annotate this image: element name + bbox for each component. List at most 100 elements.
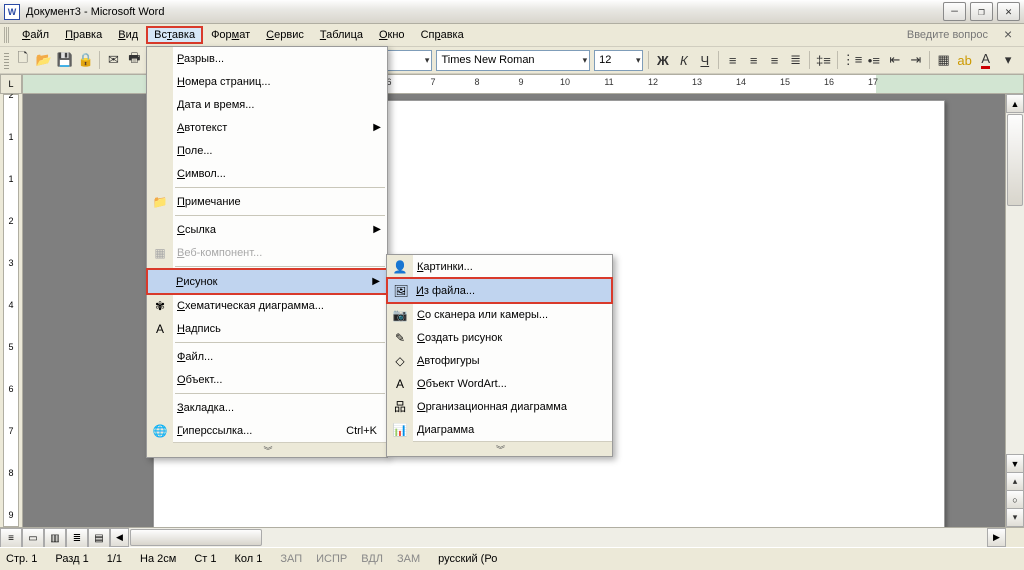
menu-таблица[interactable]: Таблица [312,26,371,44]
menu-item-label: Автотекст [177,122,227,134]
menu-item[interactable]: ◇Автофигуры [387,349,612,372]
scroll-track[interactable] [1006,113,1024,454]
style-combo[interactable] [383,50,432,71]
vertical-scrollbar[interactable]: ▲ ▼ ▴ ○ ▾ [1005,94,1024,527]
menu-item-icon: ✎ [392,330,408,346]
scroll-up-button[interactable]: ▲ [1006,94,1024,113]
italic-icon[interactable]: К [673,48,694,72]
menu-item[interactable]: Номера страниц... [147,70,387,93]
menu-item[interactable]: Символ... [147,162,387,185]
toolbar-grip[interactable] [4,51,9,69]
justify-icon[interactable]: ≣ [785,48,806,72]
menu-item-label: Символ... [177,168,226,180]
vertical-ruler[interactable]: 21123456789 [0,94,23,527]
web-view-button[interactable]: ▭ [22,528,44,548]
prev-page-button[interactable]: ▴ [1006,473,1024,491]
menu-item[interactable]: ✎ Создать рисунок [387,326,612,349]
borders-icon[interactable]: ▦ [933,48,954,72]
indent-icon[interactable]: ⇥ [905,48,926,72]
menu-item[interactable]: 🌐Гиперссылка...Ctrl+K [147,419,387,442]
bulleted-list-icon[interactable]: •≡ [863,48,884,72]
menu-item[interactable]: Рисунок▶ [146,268,388,295]
menu-item[interactable]: 👤Картинки... [387,255,612,278]
numbered-list-icon[interactable]: ⋮≡ [841,48,864,72]
align-center-icon[interactable]: ≡ [743,48,764,72]
hscroll-thumb[interactable] [130,529,262,546]
close-button[interactable]: ✕ [997,2,1020,21]
toolbar-grip[interactable] [4,27,10,43]
next-page-button[interactable]: ▾ [1006,509,1024,527]
menu-item[interactable]: 🖼Из файла... [386,277,613,304]
permission-icon[interactable]: 🔒 [75,48,96,72]
status-section: Разд 1 [55,553,88,565]
browse-object-button[interactable]: ○ [1006,491,1024,509]
menu-item-label: Со сканера или камеры... [417,309,548,321]
print-icon[interactable]: 🖶 [124,48,145,72]
menu-item[interactable]: Поле... [147,139,387,162]
normal-view-button[interactable]: ≡ [0,528,22,548]
picture-submenu-panel: 👤Картинки...🖼Из файла... 📷 Со сканера или … [386,254,613,457]
menu-item-label: Создать рисунок [417,332,502,344]
scroll-left-button[interactable]: ◀ [110,528,129,547]
menu-item[interactable]: 📷 Со сканера или камеры... [387,303,612,326]
bold-icon[interactable]: Ж [652,48,673,72]
menu-item-icon: 👤 [392,259,408,275]
print-layout-view-button[interactable]: ▥ [44,528,66,548]
align-right-icon[interactable]: ≡ [764,48,785,72]
menu-item[interactable]: Дата и время... [147,93,387,116]
save-icon[interactable]: 💾 [54,48,75,72]
font-size-combo[interactable]: 12 [594,50,643,71]
font-color-icon[interactable]: A [975,48,996,72]
align-left-icon[interactable]: ≡ [722,48,743,72]
ask-a-question-box[interactable]: Введите вопрос [907,29,998,41]
menu-item-label: Гиперссылка... [177,425,252,437]
menu-expand-chevrons[interactable]: ︾ [147,442,387,457]
menu-правка[interactable]: Правка [57,26,110,44]
menu-справка[interactable]: Справка [413,26,472,44]
horizontal-scrollbar[interactable]: ◀ ▶ [110,528,1006,547]
menu-item[interactable]: Файл... [147,345,387,368]
mail-icon[interactable]: ✉ [103,48,124,72]
menu-item[interactable]: Автотекст▶ [147,116,387,139]
menu-файл[interactable]: Файл [14,26,57,44]
reading-view-button[interactable]: ▤ [88,528,110,548]
font-name-combo[interactable]: Times New Roman [436,50,590,71]
toolbar-options-icon[interactable]: ▾ [996,48,1020,72]
menu-item[interactable]: Ссылка▶ [147,218,387,241]
scroll-right-button[interactable]: ▶ [987,528,1006,547]
open-icon[interactable]: 📂 [33,48,54,72]
menu-item-label: Организационная диаграмма [417,401,567,413]
hscroll-track[interactable] [129,528,987,547]
menu-формат[interactable]: Формат [203,26,258,44]
menu-item[interactable]: Закладка... [147,396,387,419]
word-window: W Документ3 - Microsoft Word — ❐ ✕ ФайлП… [0,0,1024,570]
outdent-icon[interactable]: ⇤ [884,48,905,72]
menu-item[interactable]: 📊Диаграмма [387,418,612,441]
status-pages: 1/1 [107,553,122,565]
minimize-button[interactable]: — [943,2,966,21]
menu-вид[interactable]: Вид [110,26,146,44]
menu-сервис[interactable]: Сервис [258,26,312,44]
menu-item[interactable]: ✾Схематическая диаграмма... [147,294,387,317]
menu-expand-chevrons[interactable]: ︾ [387,441,612,456]
underline-icon[interactable]: Ч [694,48,715,72]
outline-view-button[interactable]: ≣ [66,528,88,548]
menu-item[interactable]: 📁Примечание [147,190,387,213]
menu-item-icon: 📷 [392,307,408,323]
scroll-thumb[interactable] [1007,114,1023,206]
menu-item[interactable]: AОбъект WordArt... [387,372,612,395]
menu-item[interactable]: AНадпись [147,317,387,340]
restore-button[interactable]: ❐ [970,2,993,21]
line-spacing-icon[interactable]: ‡≡ [813,48,834,72]
menu-окно[interactable]: Окно [371,26,413,44]
scroll-down-button[interactable]: ▼ [1006,454,1024,473]
new-doc-icon[interactable]: 🗋 [12,48,33,72]
menu-вставка[interactable]: Вставка [146,26,203,44]
menu-item[interactable]: Объект... [147,368,387,391]
highlight-icon[interactable]: ab [954,48,975,72]
status-col: Кол 1 [234,553,262,565]
mdi-close-button[interactable]: × [1004,27,1020,43]
menu-item[interactable]: 品 Организационная диаграмма [387,395,612,418]
menu-item[interactable]: Разрыв... [147,47,387,70]
menu-item-icon: 品 [392,399,408,415]
